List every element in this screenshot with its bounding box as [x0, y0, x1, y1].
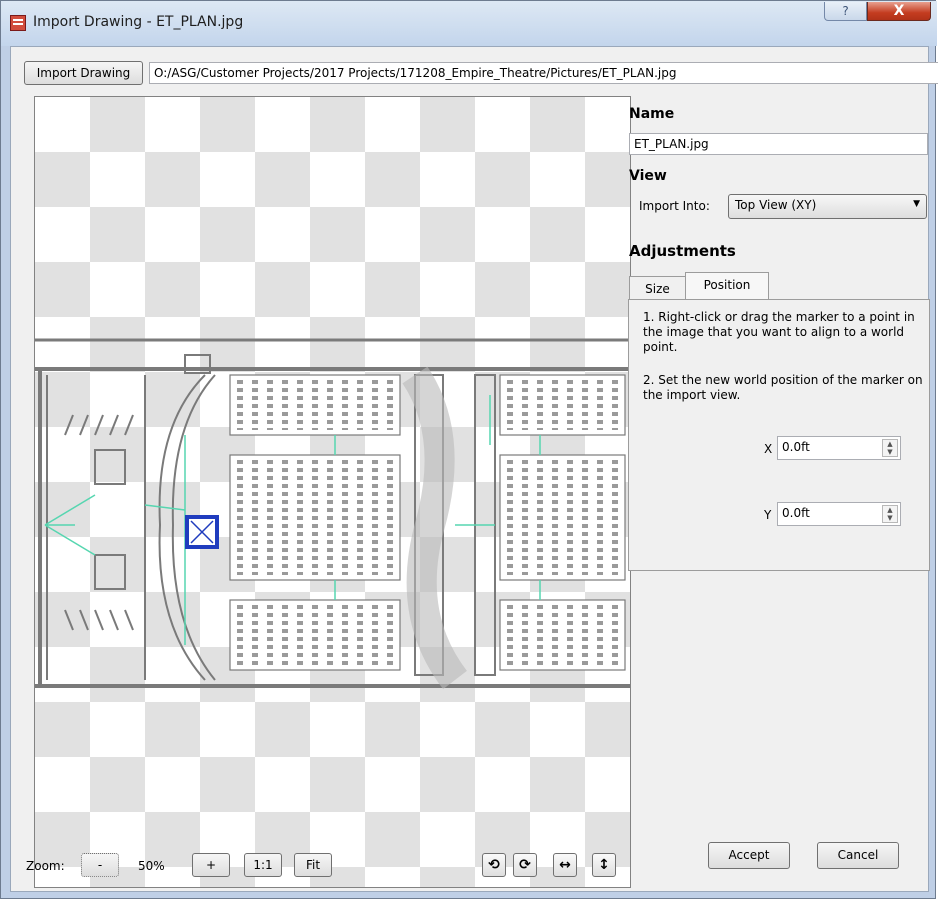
name-heading: Name — [629, 106, 675, 122]
zoom-1to1-button[interactable]: 1:1 — [244, 853, 282, 877]
x-value: 0.0ft — [782, 440, 810, 454]
zoom-out-button[interactable]: - — [81, 853, 119, 877]
file-path-field[interactable]: O:/ASG/Customer Projects/2017 Projects/1… — [149, 62, 938, 84]
zoom-label: Zoom: — [26, 859, 65, 873]
dialog-client: Import Drawing O:/ASG/Customer Projects/… — [10, 46, 938, 892]
y-value: 0.0ft — [782, 506, 810, 520]
rotate-ccw-icon[interactable]: ⟲ — [482, 853, 506, 877]
floor-plan-image — [35, 338, 630, 690]
accept-button[interactable]: Accept — [708, 842, 790, 869]
position-tab-panel: 1. Right-click or drag the marker to a p… — [628, 299, 930, 571]
x-position-field[interactable]: 0.0ft ▲ ▼ — [777, 436, 901, 460]
tab-position[interactable]: Position — [685, 272, 769, 300]
instruction-1: 1. Right-click or drag the marker to a p… — [643, 310, 915, 354]
x-label: X — [764, 442, 773, 456]
y-label: Y — [764, 508, 772, 522]
import-drawing-button[interactable]: Import Drawing — [24, 61, 143, 85]
instruction-2: 2. Set the new world position of the mar… — [643, 373, 923, 402]
flip-vertical-icon[interactable]: ↕ — [592, 853, 616, 877]
y-position-field[interactable]: 0.0ft ▲ ▼ — [777, 502, 901, 526]
import-into-select[interactable]: Top View (XY) ▼ — [728, 194, 927, 219]
import-drawing-window: Import Drawing - ET_PLAN.jpg ? X Import … — [0, 0, 938, 899]
rotate-cw-icon[interactable]: ⟳ — [513, 853, 537, 877]
help-button[interactable]: ? — [824, 2, 867, 21]
chevron-down-icon: ▼ — [913, 199, 920, 209]
drawing-preview-canvas[interactable] — [34, 96, 631, 888]
close-button[interactable]: X — [867, 2, 931, 21]
view-heading: View — [629, 168, 667, 184]
import-into-value: Top View (XY) — [735, 198, 817, 212]
zoom-value: 50% — [138, 859, 165, 873]
flip-horizontal-icon[interactable]: ↔ — [553, 853, 577, 877]
import-into-label: Import Into: — [639, 199, 710, 213]
tab-size[interactable]: Size — [629, 276, 686, 301]
app-icon — [10, 15, 26, 31]
alignment-marker[interactable] — [185, 515, 219, 549]
zoom-in-button[interactable]: + — [192, 853, 230, 877]
window-title: Import Drawing - ET_PLAN.jpg — [33, 14, 244, 30]
name-field[interactable]: ET_PLAN.jpg — [629, 133, 928, 155]
x-spinner[interactable]: ▲ ▼ — [882, 439, 898, 457]
y-spinner[interactable]: ▲ ▼ — [882, 505, 898, 523]
title-bar[interactable]: Import Drawing - ET_PLAN.jpg ? X — [1, 1, 937, 46]
cancel-button[interactable]: Cancel — [817, 842, 899, 869]
zoom-fit-button[interactable]: Fit — [294, 853, 332, 877]
adjustments-heading: Adjustments — [629, 242, 736, 260]
